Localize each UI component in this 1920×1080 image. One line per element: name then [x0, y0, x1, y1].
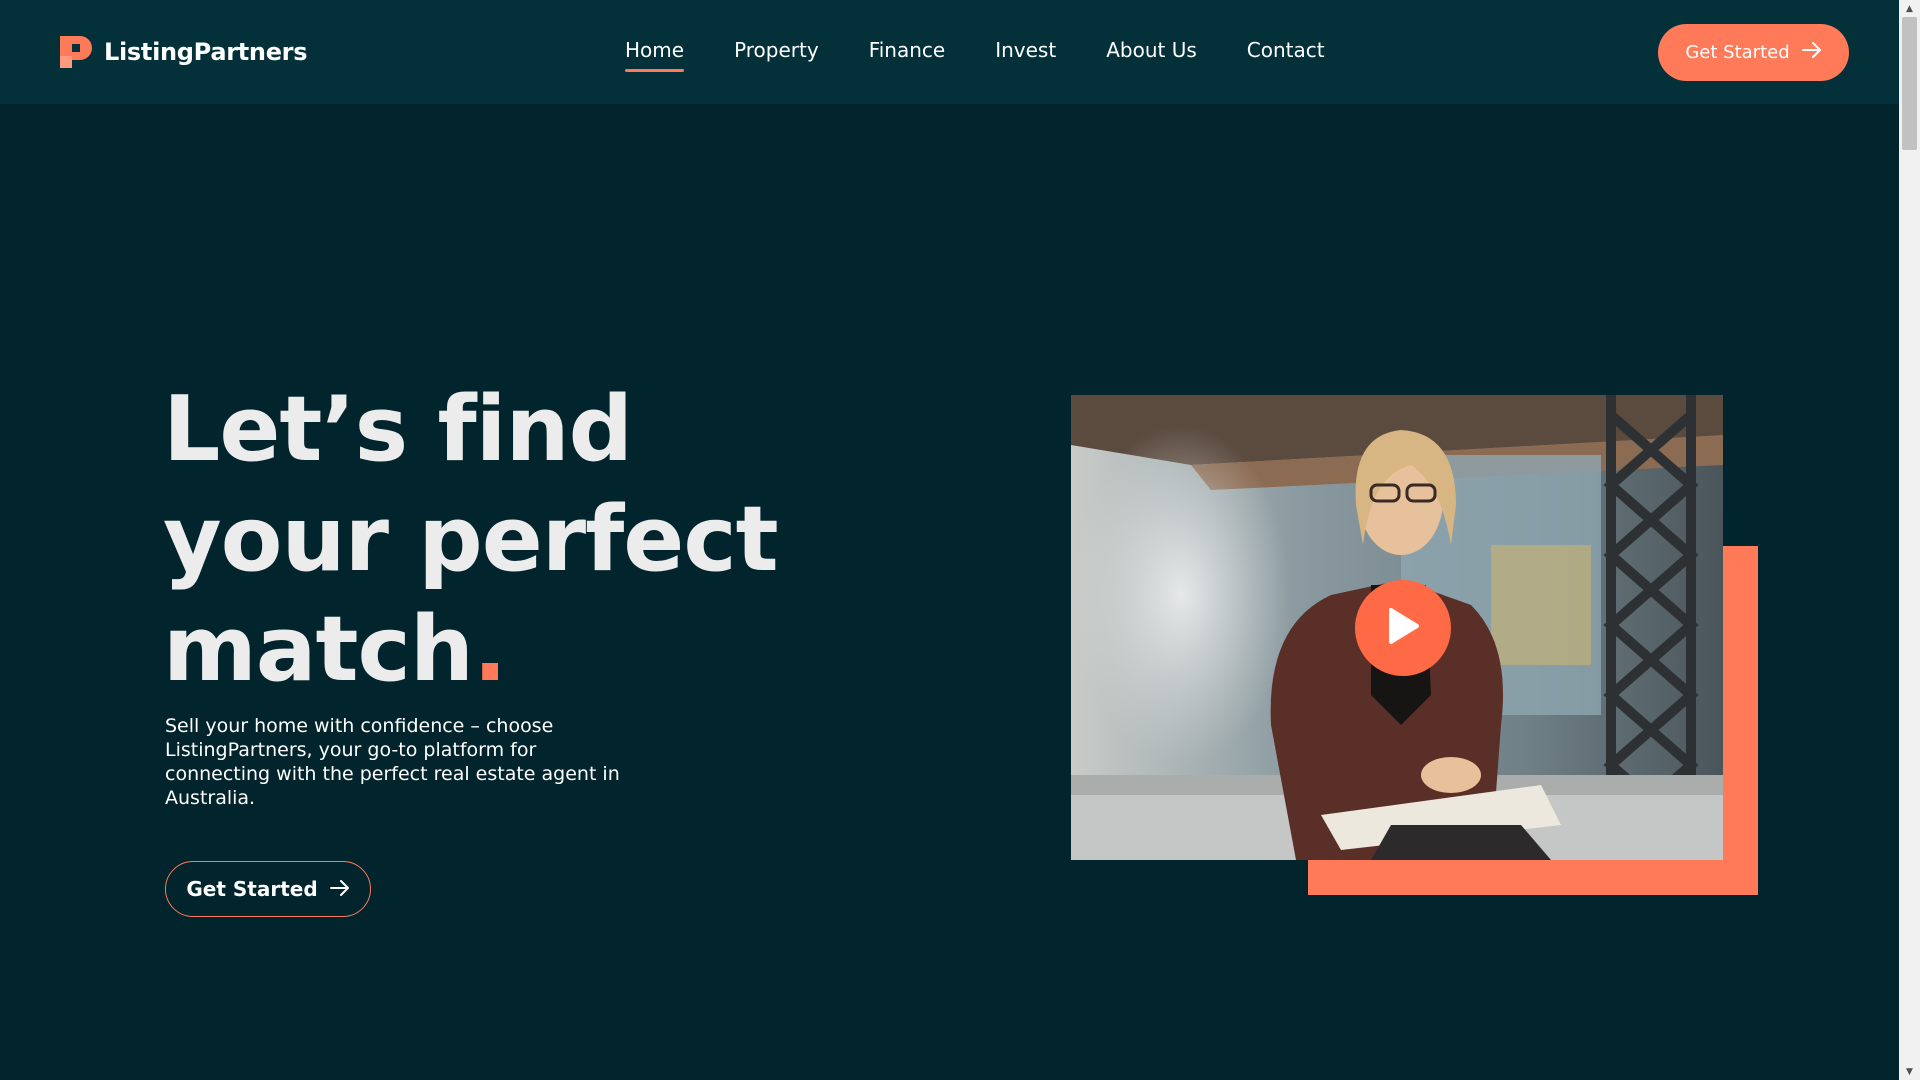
nav-item-about-us[interactable]: About Us — [1106, 38, 1197, 62]
nav-item-home[interactable]: Home — [625, 38, 685, 72]
main-nav: Home Property Finance Invest About Us Co… — [625, 38, 1375, 72]
hero-title: Let’s find your perfect match. — [163, 375, 863, 705]
logo-icon — [58, 34, 94, 70]
hero-title-line-1: Let’s find — [163, 377, 633, 482]
play-icon — [1385, 606, 1421, 650]
hero-title-line-2: your perfect — [163, 487, 779, 592]
hero-description: Sell your home with confidence – choose … — [165, 715, 620, 809]
nav-item-property[interactable]: Property — [734, 38, 819, 62]
site-header: ListingPartners Home Property Finance In… — [0, 0, 1899, 104]
header-get-started-label: Get Started — [1685, 42, 1790, 63]
hero-get-started-button[interactable]: Get Started — [165, 861, 371, 917]
brand-name: ListingPartners — [104, 38, 308, 66]
video-play-button[interactable] — [1355, 580, 1451, 676]
scroll-up-icon[interactable]: ▲ — [1899, 0, 1920, 17]
scrollbar-thumb[interactable] — [1902, 17, 1917, 150]
scroll-down-icon[interactable]: ▼ — [1899, 1063, 1920, 1080]
logo[interactable]: ListingPartners — [58, 34, 308, 70]
nav-item-invest[interactable]: Invest — [995, 38, 1056, 62]
header-get-started-button[interactable]: Get Started — [1658, 24, 1849, 81]
hero-get-started-label: Get Started — [186, 877, 318, 901]
hero-title-line-3: match — [163, 597, 474, 702]
arrow-right-icon — [318, 877, 350, 901]
nav-item-finance[interactable]: Finance — [869, 38, 946, 62]
nav-item-contact[interactable]: Contact — [1247, 38, 1325, 62]
page-scrollbar[interactable]: ▲ ▼ — [1899, 0, 1920, 1080]
hero-title-dot: . — [472, 597, 507, 702]
arrow-right-icon — [1790, 42, 1822, 63]
